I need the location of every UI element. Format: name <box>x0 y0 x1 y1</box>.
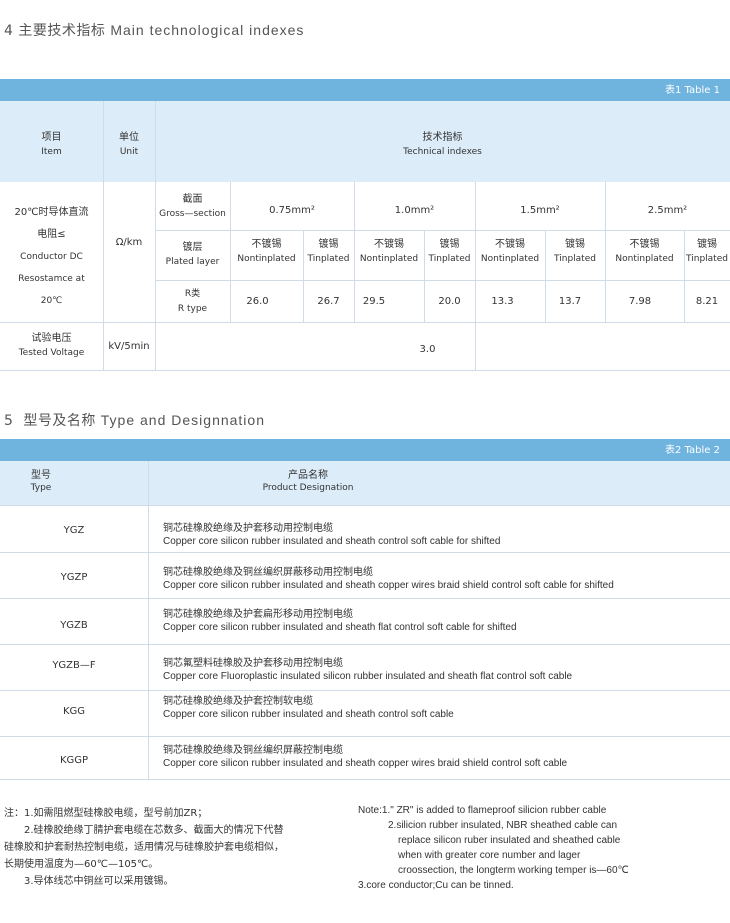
designation-header: 产品名称 Product Designation <box>262 470 354 493</box>
designation: 铜芯硅橡胶绝缘及护套控制软电缆 Copper core silicon rubb… <box>163 696 454 720</box>
note-line: 硅橡胶和护套耐热控制电缆，适用情况与硅橡胶护套电缆相似， <box>4 842 284 853</box>
table-row: YGZP 铜芯硅橡胶绝缘及铜丝编织屏蔽移动用控制电缆 Copper core s… <box>0 552 730 598</box>
designation: 铜芯氟塑料硅橡胶及护套移动用控制电缆 Copper core Fluoropla… <box>163 658 573 682</box>
plating-tinplated-4: 镀锡 Tinplated <box>686 239 728 264</box>
value-cell: 13.7 <box>558 296 582 307</box>
note-line: 2.silicion rubber insulated, NBR sheathe… <box>388 820 618 831</box>
value-cell: 8.21 <box>695 296 719 307</box>
type-code: KGG <box>62 706 86 717</box>
plating-nontinplated-1: 不镀锡 Nontinplated <box>237 239 296 264</box>
section-5-title-en: Type and Designnation <box>100 412 265 428</box>
table-1-caption: 表1 Table 1 <box>665 85 720 96</box>
table-1-caption-bar: 表1 Table 1 <box>0 79 730 101</box>
table-row: KGGP 铜芯硅橡胶绝缘及铜丝编织屏蔽控制电缆 Copper core sili… <box>0 736 730 779</box>
table-row: YGZB 铜芯硅橡胶绝缘及护套扁形移动用控制电缆 Copper core sil… <box>0 598 730 644</box>
note-line: croossection, the longterm working tempe… <box>398 865 629 876</box>
plating-nontinplated-2: 不镀锡 Nontinplated <box>359 239 419 264</box>
section-4-title-en: Main technological indexes <box>110 22 305 38</box>
value-cell: 13.3 <box>491 296 514 307</box>
table-2-caption: 表2 Table 2 <box>665 445 720 456</box>
type-header: 型号 Type <box>30 470 52 493</box>
note-line: replace silicon ruber insulated and shea… <box>398 835 621 846</box>
note-line: 长期使用温度为—60℃—105℃。 <box>4 859 159 870</box>
section-4-title-cn: 主要技术指标 <box>18 23 106 39</box>
section-5-title: 5 型号及名称 Type and Designnation <box>4 410 265 430</box>
conductor-resistance-label: 20℃时导体直流 电阻≤ Conductor DC Resostamce at … <box>14 207 89 306</box>
value-cell: 7.98 <box>628 296 652 307</box>
size-1-5: 1.5mm² <box>520 205 560 216</box>
section-4-number: 4 <box>4 23 14 39</box>
value-cell: 20.0 <box>438 296 461 307</box>
plated-layer-label: 镀层 Plated layer <box>165 242 220 267</box>
table-2-caption-bar: 表2 Table 2 <box>0 439 730 461</box>
note-line: when with greater core number and lager <box>398 850 581 861</box>
designation: 铜芯硅橡胶绝缘及铜丝编织屏蔽控制电缆 Copper core silicon r… <box>163 745 568 769</box>
voltage-value: 3.0 <box>419 344 436 355</box>
designation: 铜芯硅橡胶绝缘及护套扁形移动用控制电缆 Copper core silicon … <box>163 609 517 633</box>
table-row: YGZB—F 铜芯氟塑料硅橡胶及护套移动用控制电缆 Copper core Fl… <box>0 644 730 690</box>
technical-indexes-header: 技术指标 Technical indexes <box>403 132 482 157</box>
value-cell: 26.0 <box>246 296 269 307</box>
type-code: YGZB—F <box>52 660 96 671</box>
table-row: YGZ 铜芯硅橡胶绝缘及护套移动用控制电缆 Copper core silico… <box>0 505 730 552</box>
notes-cn: 注：1.如需阻燃型硅橡胶电缆，型号前加ZR； 2.硅橡胶绝缘丁腈护套电缆在芯数多… <box>4 805 284 890</box>
type-code: KGGP <box>59 755 89 766</box>
plating-tinplated-2: 镀锡 Tinplated <box>428 239 471 264</box>
tested-voltage-label: 试验电压 Tested Voltage <box>18 333 85 358</box>
section-5-title-cn: 型号及名称 <box>23 413 96 429</box>
section-4-title: 4 主要技术指标 Main technological indexes <box>4 20 304 40</box>
note-line: 2.硅橡胶绝缘丁腈护套电缆在芯数多、截面大的情况下代替 <box>4 825 284 836</box>
size-1-0: 1.0mm² <box>394 205 435 216</box>
size-0-75: 0.75mm² <box>269 205 315 216</box>
note-line: 注：1.如需阻燃型硅橡胶电缆，型号前加ZR； <box>4 808 208 819</box>
note-line: 3.导体线芯中铜丝可以采用镀锡。 <box>4 876 174 887</box>
plating-nontinplated-4: 不镀锡 Nontinplated <box>615 239 674 264</box>
item-header: 项目 Item <box>41 132 62 157</box>
note-line: 3.core conductor;Cu can be tinned. <box>358 880 514 891</box>
type-code: YGZP <box>60 572 88 583</box>
note-line: Note:1." ZR" is added to flameproof sili… <box>358 805 607 816</box>
size-2-5: 2.5mm² <box>647 205 688 216</box>
notes-en: Note:1." ZR" is added to flameproof sili… <box>358 803 629 893</box>
plating-tinplated-1: 镀锡 Tinplated <box>307 239 350 264</box>
cross-section-label: 截面 Gross—section <box>159 194 226 219</box>
table-row: KGG 铜芯硅橡胶绝缘及护套控制软电缆 Copper core silicon … <box>0 690 730 736</box>
value-cell: 26.7 <box>317 296 340 307</box>
plating-nontinplated-3: 不镀锡 Nontinplated <box>480 239 540 264</box>
designation: 铜芯硅橡胶绝缘及护套移动用控制电缆 Copper core silicon ru… <box>163 523 501 547</box>
section-5-number: 5 <box>4 413 14 429</box>
unit-header: 单位 Unit <box>119 132 139 157</box>
designation: 铜芯硅橡胶绝缘及铜丝编织屏蔽移动用控制电缆 Copper core silico… <box>163 567 614 591</box>
r-type-label: R类 R type <box>177 289 208 314</box>
type-code: YGZB <box>60 620 88 631</box>
plating-tinplated-3: 镀锡 Tinplated <box>554 239 596 264</box>
value-cell: 29.5 <box>362 296 386 307</box>
type-code: YGZ <box>63 525 85 536</box>
voltage-unit: kV/5min <box>108 341 150 352</box>
resistance-unit: Ω/km <box>115 237 143 248</box>
